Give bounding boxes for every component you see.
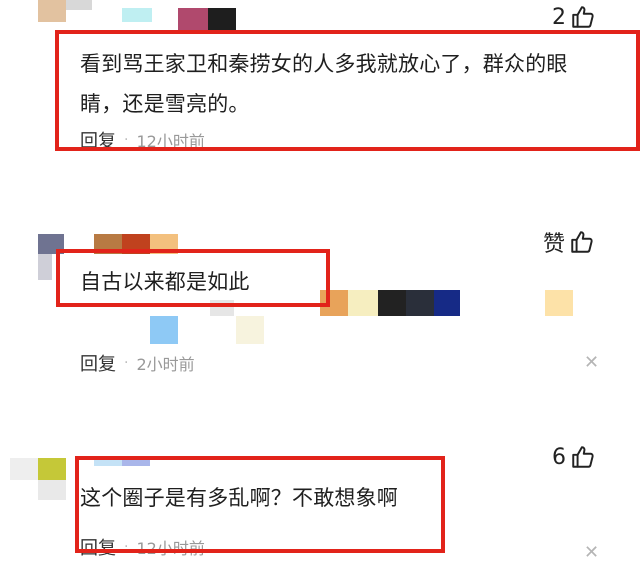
like-button[interactable]: 赞 [543,226,595,258]
close-icon[interactable]: ✕ [584,352,599,373]
image-mosaic [406,290,434,316]
thumbs-up-icon [572,6,594,28]
avatar-mosaic [38,458,66,480]
like-button[interactable]: 6 [552,444,596,470]
username-mosaic [208,8,236,30]
avatar-mosaic [38,480,66,500]
image-mosaic [378,290,406,316]
image-mosaic [150,316,178,344]
username-mosaic [122,8,152,22]
separator: · [124,355,129,371]
like-count: 6 [552,444,566,470]
like-count: 2 [552,4,566,30]
highlight-box [75,456,445,553]
username-mosaic [66,0,92,10]
close-icon[interactable]: ✕ [584,542,599,563]
image-mosaic [236,316,264,344]
comment-time: 2小时前 [136,355,195,374]
comment-meta: 回复 · 2小时前 [80,350,195,376]
highlight-box [56,249,330,307]
reply-button[interactable]: 回复 [80,350,116,376]
image-mosaic [348,290,378,316]
image-mosaic [545,290,573,316]
avatar-mosaic [38,0,66,22]
username-mosaic [178,8,208,30]
highlight-box [55,30,640,151]
like-button[interactable]: 2 [552,4,596,30]
thumbs-up-icon [572,446,594,468]
like-count: 赞 [543,232,566,257]
avatar-mosaic [10,458,38,480]
image-mosaic [434,290,460,316]
thumbs-up-icon [571,231,593,253]
avatar-mosaic [38,254,52,280]
